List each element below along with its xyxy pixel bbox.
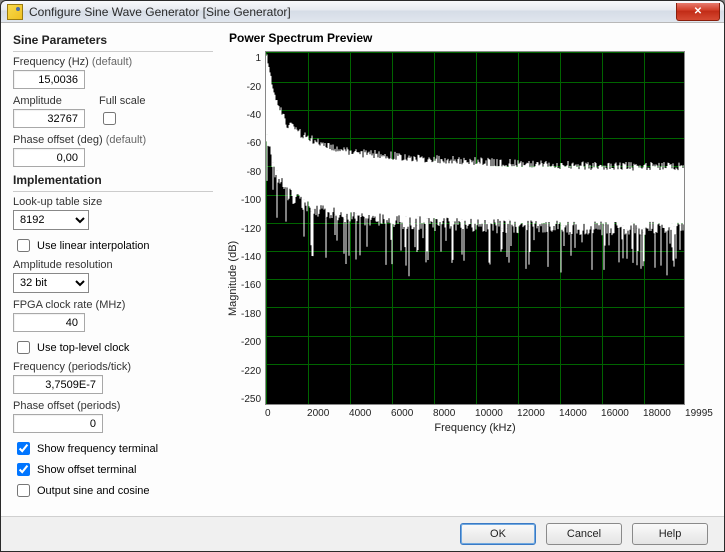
use-linear-checkbox[interactable] [17, 239, 30, 252]
spectrum-plot [265, 51, 685, 405]
y-ticks: 1-20-40-60-80-100-120-140-160-180-200-22… [241, 51, 265, 405]
amp-res-select[interactable]: 32 bit [13, 273, 89, 293]
fpga-clock-input[interactable] [13, 313, 85, 332]
show-freq-term-label: Show frequency terminal [37, 443, 158, 455]
use-top-clock-label: Use top-level clock [37, 342, 129, 354]
implementation-group: Look-up table size 8192 Use linear inter… [13, 191, 213, 500]
content-area: Sine Parameters Frequency (Hz) (default)… [1, 23, 724, 516]
dialog-footer: OK Cancel Help [1, 516, 724, 551]
phase-periods-label: Phase offset (periods) [13, 400, 213, 412]
plot-wrap: 0200040006000800010000120001400016000180… [265, 51, 685, 506]
fpga-clock-label: FPGA clock rate (MHz) [13, 299, 213, 311]
help-button[interactable]: Help [632, 523, 708, 545]
amp-res-label: Amplitude resolution [13, 259, 213, 271]
show-freq-term-checkbox[interactable] [17, 442, 30, 455]
freq-periods-input[interactable] [13, 375, 103, 394]
chart-area: Magnitude (dB) 1-20-40-60-80-100-120-140… [227, 51, 712, 506]
freq-hz-label: Frequency (Hz) (default) [13, 56, 213, 68]
left-panel: Sine Parameters Frequency (Hz) (default)… [13, 31, 213, 506]
app-icon [7, 4, 23, 20]
close-button[interactable]: ✕ [676, 3, 720, 21]
show-offset-term-checkbox[interactable] [17, 463, 30, 476]
fullscale-label: Full scale [99, 95, 145, 107]
output-sincos-label: Output sine and cosine [37, 485, 150, 497]
amplitude-input[interactable] [13, 109, 85, 128]
sine-params-group: Frequency (Hz) (default) Amplitude Full … [13, 51, 213, 167]
phase-deg-input[interactable] [13, 148, 85, 167]
titlebar[interactable]: Configure Sine Wave Generator [Sine Gene… [1, 1, 724, 23]
ok-button[interactable]: OK [460, 523, 536, 545]
close-icon: ✕ [694, 6, 702, 17]
lookup-size-select[interactable]: 8192 [13, 210, 89, 230]
x-axis-label: Frequency (kHz) [265, 422, 685, 434]
show-offset-term-label: Show offset terminal [37, 464, 136, 476]
output-sincos-checkbox[interactable] [17, 484, 30, 497]
freq-hz-input[interactable] [13, 70, 85, 89]
chart-title: Power Spectrum Preview [229, 31, 712, 45]
right-panel: Power Spectrum Preview Magnitude (dB) 1-… [227, 31, 712, 506]
lookup-size-label: Look-up table size [13, 196, 213, 208]
use-top-clock-checkbox[interactable] [17, 341, 30, 354]
window-title: Configure Sine Wave Generator [Sine Gene… [29, 5, 676, 19]
phase-periods-input[interactable] [13, 414, 103, 433]
fullscale-checkbox[interactable] [103, 112, 116, 125]
dialog-window: Configure Sine Wave Generator [Sine Gene… [0, 0, 725, 552]
y-axis-label: Magnitude (dB) [227, 51, 239, 506]
phase-deg-label: Phase offset (deg) (default) [13, 134, 213, 146]
freq-periods-label: Frequency (periods/tick) [13, 361, 213, 373]
amplitude-label: Amplitude [13, 95, 85, 107]
x-ticks: 0200040006000800010000120001400016000180… [265, 408, 685, 419]
use-linear-label: Use linear interpolation [37, 240, 150, 252]
section-implementation: Implementation [13, 173, 213, 187]
cancel-button[interactable]: Cancel [546, 523, 622, 545]
section-sine-params: Sine Parameters [13, 33, 213, 47]
